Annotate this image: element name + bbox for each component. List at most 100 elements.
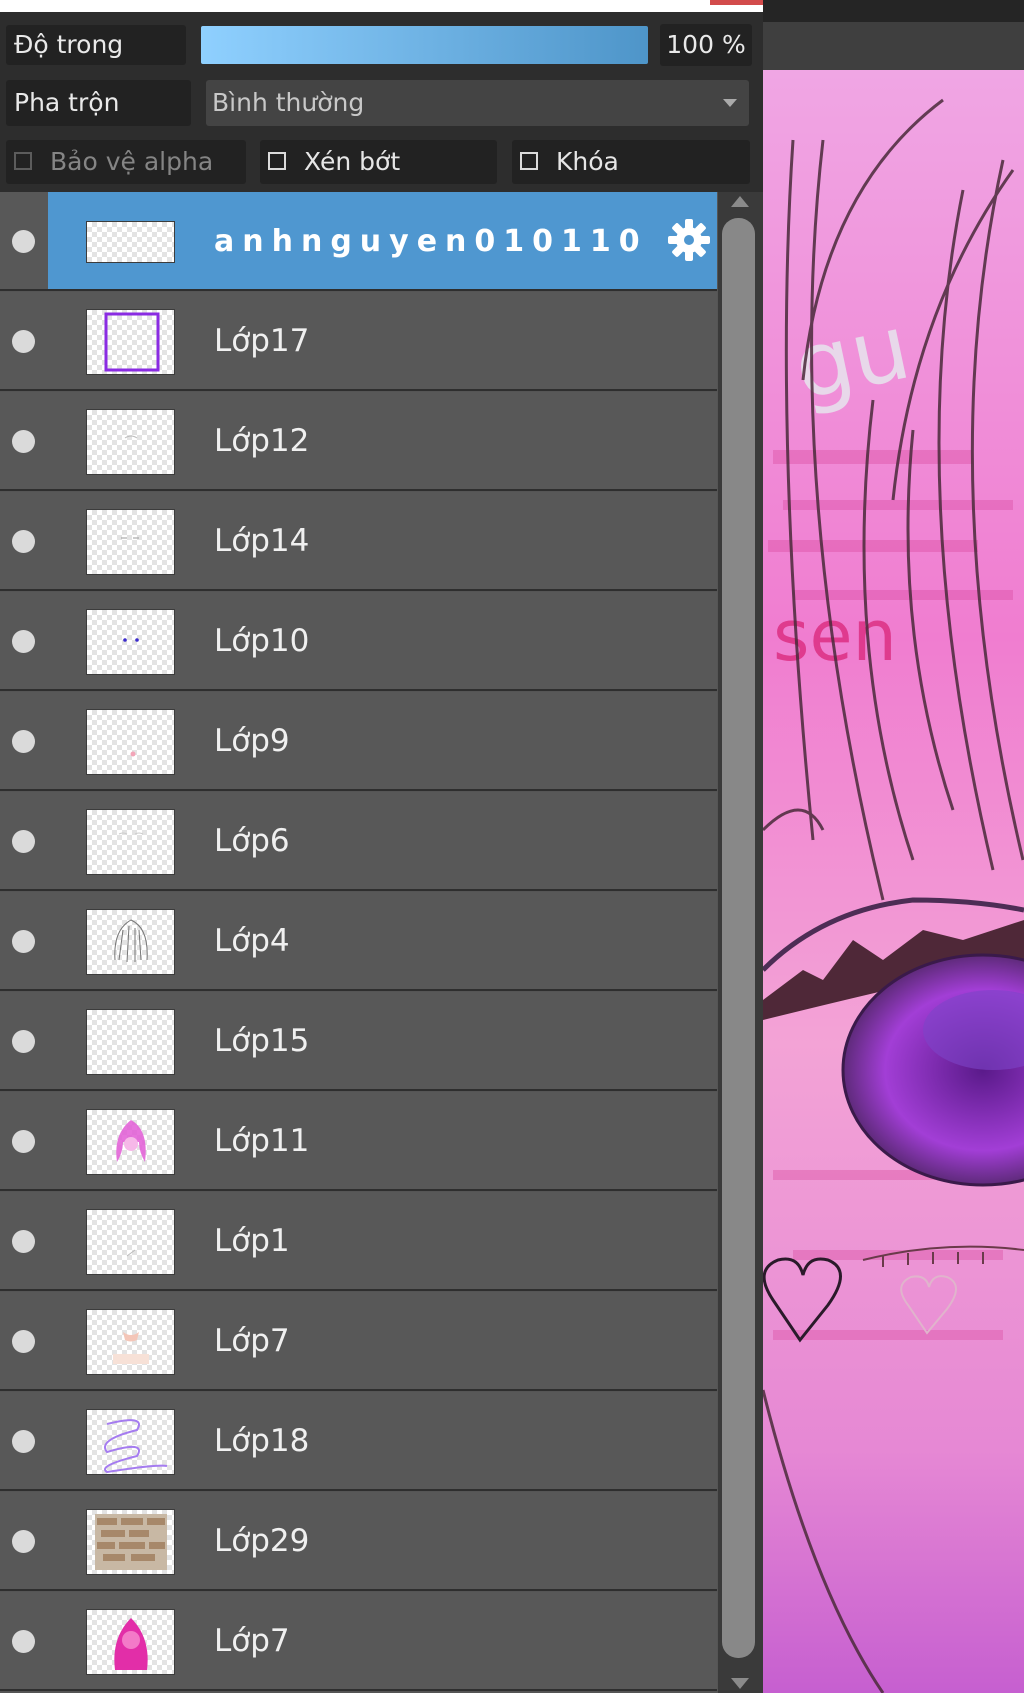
visibility-toggle[interactable] (0, 292, 48, 389)
layer-thumbnail (86, 809, 175, 875)
layer-row[interactable]: Lớp14 (0, 492, 717, 591)
layer-row-selected[interactable]: anhnguyen010110 (0, 192, 717, 291)
visibility-dot-icon (12, 830, 35, 853)
layer-row[interactable]: Lớp29 (0, 1492, 717, 1591)
layer-thumbnail (86, 309, 175, 375)
layer-name: Lớp1 (214, 1223, 290, 1259)
protect-alpha-label: Bảo vệ alpha (50, 147, 214, 176)
artwork-preview: gu sen (763, 70, 1024, 1693)
layer-row[interactable]: Lớp11 (0, 1092, 717, 1191)
visibility-dot-icon (12, 1130, 35, 1153)
checkbox-icon (520, 152, 538, 170)
layer-thumbnail (86, 1509, 175, 1575)
window-top-strip (0, 0, 763, 12)
layer-name: Lớp10 (214, 623, 310, 659)
scroll-down-arrow-icon[interactable] (731, 1678, 749, 1689)
canvas-toolbar (763, 22, 1024, 70)
lock-label: Khóa (556, 147, 619, 176)
visibility-dot-icon (12, 530, 35, 553)
visibility-dot-icon (12, 1630, 35, 1653)
layer-row[interactable]: Lớp7 (0, 1592, 717, 1691)
opacity-slider[interactable] (201, 26, 648, 64)
visibility-toggle[interactable] (0, 192, 48, 289)
layer-name: Lớp18 (214, 1423, 310, 1459)
layer-thumbnail (86, 909, 175, 975)
layer-name: Lớp14 (214, 523, 310, 559)
layer-thumbnail (86, 1109, 175, 1175)
opacity-label: Độ trong (6, 25, 186, 65)
layer-row[interactable]: Lớp15 (0, 992, 717, 1091)
layer-name: Lớp29 (214, 1523, 310, 1559)
visibility-dot-icon (12, 930, 35, 953)
layer-name: Lớp17 (214, 323, 310, 359)
canvas-header (763, 0, 1024, 22)
visibility-dot-icon (12, 1430, 35, 1453)
clip-label: Xén bớt (304, 147, 401, 176)
checkbox-icon (268, 152, 286, 170)
layer-row[interactable]: Lớp10 (0, 592, 717, 691)
visibility-dot-icon (12, 730, 35, 753)
blend-mode-value: Bình thường (212, 88, 365, 117)
visibility-dot-icon (12, 430, 35, 453)
layer-name: Lớp4 (214, 923, 290, 959)
visibility-dot-icon (12, 1030, 35, 1053)
visibility-dot-icon (12, 1230, 35, 1253)
clip-checkbox[interactable]: Xén bớt (260, 140, 497, 184)
layer-name: Lớp7 (214, 1623, 290, 1659)
layer-thumbnail (86, 1009, 175, 1075)
visibility-toggle[interactable] (0, 692, 48, 789)
layer-thumbnail (86, 221, 175, 263)
layer-row[interactable]: Lớp9 (0, 692, 717, 791)
layer-row[interactable]: Lớp7 (0, 1292, 717, 1391)
layer-thumbnail (86, 1209, 175, 1275)
layer-name: anhnguyen010110 (214, 224, 648, 259)
layer-row[interactable]: Lớp1 (0, 1192, 717, 1291)
layer-thumbnail (86, 709, 175, 775)
close-button[interactable] (710, 0, 763, 5)
visibility-toggle[interactable] (0, 1492, 48, 1589)
layer-row[interactable]: Lớp4 (0, 892, 717, 991)
layer-name: Lớp9 (214, 723, 290, 759)
blend-mode-select[interactable]: Bình thường (206, 80, 749, 126)
visibility-toggle[interactable] (0, 592, 48, 689)
layer-thumbnail (86, 409, 175, 475)
visibility-toggle[interactable] (0, 792, 48, 889)
visibility-dot-icon (12, 1330, 35, 1353)
layer-thumbnail (86, 1409, 175, 1475)
chevron-down-icon (723, 99, 737, 107)
layer-list-scrollbar[interactable] (718, 192, 763, 1693)
layer-row[interactable]: Lớp6 (0, 792, 717, 891)
visibility-toggle[interactable] (0, 492, 48, 589)
visibility-toggle[interactable] (0, 892, 48, 989)
layer-row[interactable]: Lớp18 (0, 1392, 717, 1491)
visibility-toggle[interactable] (0, 1192, 48, 1289)
protect-alpha-checkbox[interactable]: Bảo vệ alpha (6, 140, 246, 184)
layer-thumbnail (86, 509, 175, 575)
layer-row[interactable]: Lớp12 (0, 392, 717, 491)
layer-name: Lớp6 (214, 823, 290, 859)
layer-row[interactable]: Lớp17 (0, 292, 717, 391)
drawing-canvas[interactable]: gu sen (763, 70, 1024, 1693)
visibility-toggle[interactable] (0, 1592, 48, 1689)
checkbox-icon (14, 152, 32, 170)
visibility-toggle[interactable] (0, 1292, 48, 1389)
visibility-dot-icon (12, 1530, 35, 1553)
layer-name: Lớp15 (214, 1023, 310, 1059)
layer-name: Lớp12 (214, 423, 310, 459)
layer-thumbnail (86, 1309, 175, 1375)
visibility-toggle[interactable] (0, 1392, 48, 1489)
opacity-value[interactable]: 100 % (660, 24, 752, 66)
gear-icon[interactable] (665, 216, 713, 264)
scrollbar-thumb[interactable] (722, 218, 755, 1658)
visibility-toggle[interactable] (0, 392, 48, 489)
lock-checkbox[interactable]: Khóa (512, 140, 750, 184)
visibility-dot-icon (12, 630, 35, 653)
layer-thumbnail (86, 609, 175, 675)
visibility-dot-icon (12, 230, 35, 253)
visibility-toggle[interactable] (0, 1092, 48, 1189)
visibility-toggle[interactable] (0, 992, 48, 1089)
layer-thumbnail (86, 1609, 175, 1675)
blend-mode-label: Pha trộn (6, 80, 191, 126)
layer-name: Lớp11 (214, 1123, 310, 1159)
scroll-up-arrow-icon[interactable] (731, 196, 749, 207)
